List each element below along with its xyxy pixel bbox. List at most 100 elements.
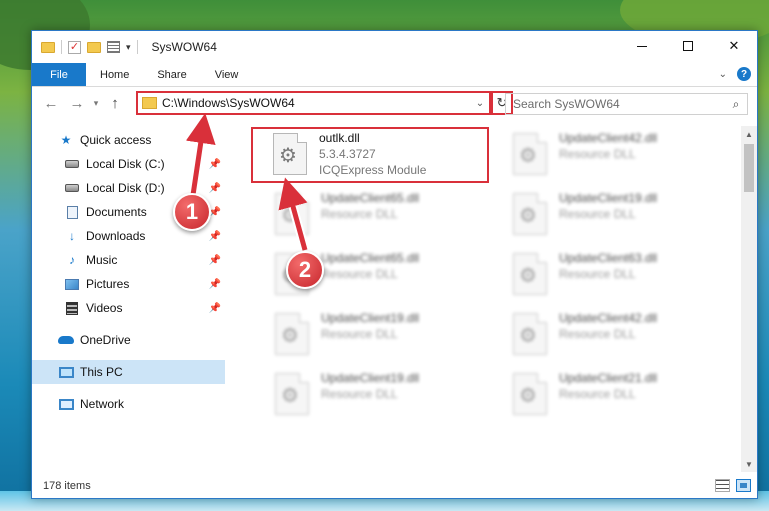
- file-name: outlk.dll: [319, 131, 360, 145]
- pin-icon[interactable]: 📌: [209, 159, 221, 170]
- properties-check-icon[interactable]: ✓: [68, 40, 81, 54]
- vertical-scrollbar[interactable]: ▲ ▼: [741, 126, 757, 472]
- file-tile[interactable]: ⚙ UpdateClient42.dll Resource DLL: [491, 127, 729, 183]
- file-description: Resource DLL: [321, 327, 398, 341]
- file-description: Resource DLL: [559, 327, 636, 341]
- scrollbar-thumb[interactable]: [744, 144, 754, 192]
- tab-view[interactable]: View: [201, 63, 253, 86]
- tab-home[interactable]: Home: [86, 63, 143, 86]
- properties-icon[interactable]: [107, 41, 120, 53]
- address-history-dropdown-icon[interactable]: ⌄: [471, 98, 489, 109]
- file-tile[interactable]: ⚙ UpdateClient63.dll Resource DLL: [491, 247, 729, 303]
- nav-item-local-disk-c[interactable]: Local Disk (C:) 📌: [32, 152, 225, 176]
- dll-file-icon: ⚙: [273, 133, 307, 175]
- window-title: SysWOW64: [151, 40, 217, 54]
- gear-icon: ⚙: [519, 385, 537, 407]
- file-description: Resource DLL: [559, 207, 636, 221]
- file-description: Resource DLL: [321, 387, 398, 401]
- scroll-up-arrow-icon[interactable]: ▲: [741, 126, 757, 142]
- file-name: UpdateClient63.dll: [559, 251, 658, 265]
- nav-item-quick-access[interactable]: ★ Quick access: [32, 128, 225, 152]
- navigation-bar: ← → ▾ ↑ C:\Windows\SysWOW64 ⌄ ↻ ⌕: [32, 88, 757, 118]
- file-version: 5.3.4.3727: [319, 147, 376, 161]
- ribbon-right-controls: ⌄ ?: [719, 67, 751, 81]
- window-controls: ✕: [619, 31, 757, 61]
- pin-icon[interactable]: 📌: [209, 255, 221, 266]
- search-icon[interactable]: ⌕: [725, 97, 747, 112]
- large-icons-view-icon[interactable]: [736, 479, 751, 492]
- drive-icon: [65, 160, 79, 168]
- details-view-icon[interactable]: [715, 479, 730, 492]
- nav-item-label: Downloads: [86, 229, 146, 243]
- new-folder-icon[interactable]: [87, 41, 101, 53]
- dll-file-icon: ⚙: [513, 373, 547, 415]
- file-list: ⚙ outlk.dll 5.3.4.3727 ICQExpress Module…: [232, 126, 742, 466]
- file-tile[interactable]: ⚙ UpdateClient21.dll Resource DLL: [491, 367, 729, 423]
- file-tile[interactable]: ⚙ UpdateClient65.dll Resource DLL: [253, 187, 491, 243]
- pin-icon[interactable]: 📌: [209, 303, 221, 314]
- pin-icon[interactable]: 📌: [209, 231, 221, 242]
- toolbar-separator: [61, 40, 62, 54]
- nav-item-pictures[interactable]: Pictures 📌: [32, 272, 225, 296]
- minimize-icon: [637, 45, 647, 47]
- step-2-badge: 2: [286, 251, 324, 289]
- nav-item-this-pc[interactable]: This PC: [32, 360, 225, 384]
- close-button[interactable]: ✕: [711, 31, 757, 61]
- up-arrow-icon[interactable]: ↑: [102, 95, 128, 112]
- back-arrow-icon[interactable]: ←: [38, 95, 64, 112]
- search-box[interactable]: ⌕: [505, 93, 748, 115]
- file-description: Resource DLL: [321, 207, 398, 221]
- dll-file-icon: ⚙: [275, 373, 309, 415]
- help-icon[interactable]: ?: [737, 67, 751, 81]
- file-name: UpdateClient21.dll: [559, 371, 658, 385]
- file-tile-outlk-dll[interactable]: ⚙ outlk.dll 5.3.4.3727 ICQExpress Module: [251, 127, 489, 183]
- star-icon: ★: [60, 133, 72, 147]
- nav-item-label: Local Disk (D:): [86, 181, 165, 195]
- gear-icon: ⚙: [519, 205, 537, 227]
- address-bar[interactable]: C:\Windows\SysWOW64 ⌄: [136, 91, 491, 115]
- file-description: ICQExpress Module: [319, 163, 427, 177]
- toolbar-separator: [136, 40, 138, 54]
- nav-item-videos[interactable]: Videos 📌: [32, 296, 225, 320]
- onedrive-icon: [58, 336, 74, 344]
- tab-file[interactable]: File: [32, 63, 86, 86]
- drive-icon: [65, 184, 79, 192]
- title-bar: ✓ ▾ SysWOW64 ✕: [32, 31, 757, 63]
- file-tile[interactable]: ⚙ UpdateClient19.dll Resource DLL: [491, 187, 729, 243]
- file-description: Resource DLL: [559, 387, 636, 401]
- address-path[interactable]: C:\Windows\SysWOW64: [162, 96, 471, 110]
- maximize-button[interactable]: [665, 31, 711, 61]
- forward-arrow-icon[interactable]: →: [64, 95, 90, 112]
- nav-item-label: Local Disk (C:): [86, 157, 165, 171]
- minimize-button[interactable]: [619, 31, 665, 61]
- videos-icon: [66, 301, 78, 315]
- expand-ribbon-chevron-icon[interactable]: ⌄: [719, 69, 727, 80]
- nav-item-onedrive[interactable]: OneDrive: [32, 328, 225, 352]
- nav-item-label: Pictures: [86, 277, 130, 291]
- this-pc-icon: [58, 366, 74, 378]
- view-switcher: [715, 479, 751, 492]
- file-description: Resource DLL: [321, 267, 398, 281]
- dll-file-icon: ⚙: [275, 313, 309, 355]
- pin-icon[interactable]: 📌: [209, 183, 221, 194]
- tab-share[interactable]: Share: [143, 63, 200, 86]
- file-explorer-window: ✓ ▾ SysWOW64 ✕ File Home Share View ⌄ ? …: [31, 30, 758, 499]
- customize-toolbar-dropdown-icon[interactable]: ▾: [126, 42, 131, 53]
- downloads-icon: ↓: [69, 229, 75, 243]
- file-tile[interactable]: ⚙ UpdateClient19.dll Resource DLL: [253, 307, 491, 363]
- dll-file-icon: ⚙: [513, 253, 547, 295]
- dll-file-icon: ⚙: [513, 193, 547, 235]
- search-input[interactable]: [513, 97, 713, 111]
- nav-item-label: Videos: [86, 301, 123, 315]
- status-bar: 178 items: [32, 474, 757, 498]
- file-description: Resource DLL: [559, 147, 636, 161]
- pin-icon[interactable]: 📌: [209, 279, 221, 290]
- scroll-down-arrow-icon[interactable]: ▼: [741, 456, 757, 472]
- gear-icon: ⚙: [519, 265, 537, 287]
- file-tile[interactable]: ⚙ UpdateClient19.dll Resource DLL: [253, 367, 491, 423]
- nav-item-network[interactable]: Network: [32, 392, 225, 416]
- recent-locations-chevron-icon[interactable]: ▾: [90, 98, 102, 109]
- music-icon: ♪: [69, 253, 75, 267]
- nav-item-music[interactable]: ♪ Music 📌: [32, 248, 225, 272]
- file-tile[interactable]: ⚙ UpdateClient42.dll Resource DLL: [491, 307, 729, 363]
